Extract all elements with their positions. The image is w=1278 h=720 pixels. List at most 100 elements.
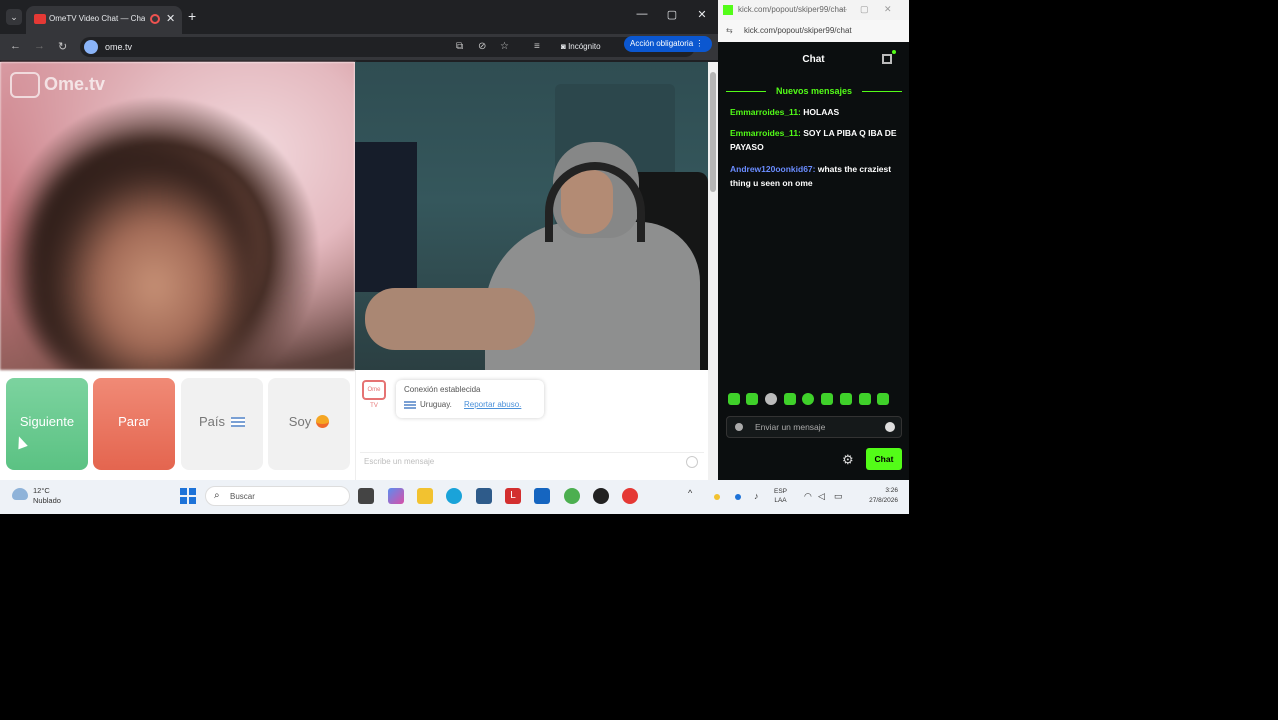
country-button[interactable]: País — [181, 378, 263, 470]
send-chat-button[interactable]: Chat — [866, 448, 902, 470]
clock-time: 3:26 — [885, 487, 898, 494]
microphone-icon[interactable]: ♪ — [754, 491, 759, 501]
page-scrollbar[interactable] — [708, 62, 718, 480]
chat-username[interactable]: Emmarroides_11 — [730, 128, 798, 138]
tab-close-button[interactable]: ✕ — [166, 12, 175, 25]
lang-top: ESP — [774, 488, 788, 495]
emote-icon[interactable] — [821, 393, 833, 405]
kick-url: kick.com/popout/skiper99/chat — [744, 26, 852, 35]
ometv-chat-panel: Ome TV Conexión establecida Uruguay. Rep… — [355, 370, 708, 480]
action-required-button[interactable]: Acción obligatoria ⋮ — [624, 36, 712, 52]
taskbar-search[interactable]: ⌕ Buscar — [205, 486, 350, 506]
weather-temperature[interactable]: 12°C — [33, 486, 50, 495]
forward-button[interactable]: → — [34, 40, 45, 52]
kick-window-title: kick.com/popout/skiper99/chat — [738, 5, 846, 14]
edge-icon[interactable] — [446, 488, 462, 504]
chrome-incognito-icon[interactable] — [593, 488, 609, 504]
eye-off-icon[interactable]: ⊘ — [478, 41, 486, 52]
tab-search-icon[interactable]: ≡ — [534, 41, 540, 52]
partner-country: Uruguay. — [420, 400, 452, 409]
new-tab-button[interactable]: + — [188, 9, 196, 23]
emote-icon[interactable] — [784, 393, 796, 405]
person-arms — [365, 288, 535, 350]
star-icon[interactable]: ☆ — [500, 41, 509, 52]
incognito-indicator[interactable]: ◙ Incógnito — [555, 39, 607, 55]
gender-label: Soy — [288, 414, 312, 429]
kick-chat-header: Chat — [718, 42, 909, 78]
search-icon: ⌕ — [214, 490, 220, 501]
translate-icon[interactable]: ⧉ — [456, 41, 463, 52]
emote-icon[interactable] — [859, 393, 871, 405]
chrome-icon[interactable] — [564, 488, 580, 504]
kick-message-input[interactable]: Enviar un mensaje — [726, 416, 902, 438]
kick-close-button[interactable]: ✕ — [884, 4, 892, 15]
emote-bar — [728, 393, 898, 407]
minimize-button[interactable]: — — [632, 8, 652, 20]
tab-title: OmeTV Video Chat — Cha… — [49, 14, 145, 23]
report-abuse-link[interactable]: Reportar abuso. — [464, 400, 521, 409]
address-bar[interactable]: ome.tv ⧉ ⊘ ☆ ≡ ◙ Incógnito — [80, 37, 695, 57]
volume-icon[interactable]: ◁ — [818, 491, 825, 502]
emoji-picker-icon[interactable] — [885, 422, 895, 432]
country-label: País — [198, 414, 225, 429]
close-window-button[interactable]: ✕ — [692, 8, 712, 21]
chat-username[interactable]: Andrew120oonkid67 — [730, 164, 813, 174]
emote-icon[interactable] — [840, 393, 852, 405]
self-video — [355, 62, 708, 370]
uruguay-flag-icon — [231, 417, 245, 427]
tray-app-icon[interactable] — [735, 494, 741, 500]
gender-button[interactable]: Soy — [268, 378, 350, 470]
tab-list-button[interactable]: ⌄ — [6, 9, 22, 25]
scrollbar-thumb[interactable] — [710, 72, 716, 192]
copilot-icon[interactable] — [388, 488, 404, 504]
search-label: Buscar — [230, 492, 255, 501]
weather-description[interactable]: Nublado — [33, 496, 61, 505]
back-button[interactable]: ← — [10, 40, 21, 52]
tray-app-icon[interactable] — [714, 494, 720, 500]
emote-icon[interactable] — [877, 393, 889, 405]
tray-overflow-icon[interactable]: ^ — [688, 488, 692, 498]
reload-button[interactable]: ↻ — [58, 40, 67, 53]
ometv-chat-logo-icon: Ome TV — [362, 380, 386, 409]
message-input[interactable]: Escribe un mensaje — [360, 452, 704, 472]
chat-message: Andrew120oonkid67: whats the craziest th… — [730, 162, 902, 190]
kick-maximize-button[interactable]: ▢ — [860, 4, 869, 15]
maximize-button[interactable]: ▢ — [662, 8, 682, 21]
task-view-icon[interactable] — [358, 488, 374, 504]
emote-icon[interactable] — [728, 393, 740, 405]
store-icon[interactable] — [476, 488, 492, 504]
site-settings-icon[interactable]: ⇆ — [726, 26, 733, 35]
site-info-icon[interactable] — [84, 40, 98, 54]
emote-icon[interactable] — [802, 393, 814, 405]
chat-message: Emmarroides_11: HOLAAS — [730, 105, 902, 119]
language-indicator[interactable]: ESP LAA — [774, 487, 787, 505]
windows-start-icon[interactable] — [180, 488, 196, 504]
taskbar: 12°C Nublado ⌕ Buscar L ^ ♪ ESP LAA ◠ ◁ ▭… — [0, 480, 909, 514]
kick-chat-window: kick.com/popout/skiper99/chat — ▢ ✕ ⇆ ki… — [718, 0, 909, 480]
cloud-icon[interactable] — [12, 488, 28, 500]
chat-username[interactable]: Emmarroides_11 — [730, 107, 798, 117]
emote-icon[interactable] — [746, 393, 758, 405]
browser-window: ⌄ OmeTV Video Chat — Cha… ✕ + — ▢ ✕ ← → … — [0, 0, 718, 480]
app-l-icon[interactable]: L — [505, 488, 521, 504]
badge-icon — [735, 423, 743, 431]
file-explorer-icon[interactable] — [417, 488, 433, 504]
battery-icon[interactable]: ▭ — [834, 491, 843, 502]
wifi-icon[interactable]: ◠ — [804, 491, 812, 502]
emoji-icon[interactable] — [686, 456, 698, 468]
outlook-icon[interactable] — [534, 488, 550, 504]
stop-button[interactable]: Parar — [93, 378, 175, 470]
next-button[interactable]: Siguiente — [6, 378, 88, 470]
stranger-video — [0, 62, 355, 370]
gear-icon[interactable]: ⚙ — [842, 452, 854, 468]
chrome-profile-icon[interactable] — [622, 488, 638, 504]
emote-icon[interactable] — [765, 393, 777, 405]
tab-strip: ⌄ OmeTV Video Chat — Cha… ✕ + — ▢ ✕ — [0, 0, 718, 34]
kick-minimize-button[interactable]: — — [838, 4, 847, 14]
clock[interactable]: 3:26 27/8/2026 — [858, 486, 898, 506]
clock-date: 27/8/2026 — [869, 497, 898, 504]
chat-message: Emmarroides_11: SOY LA PIBA Q IBA DE PAY… — [730, 126, 902, 154]
gift-icon[interactable] — [882, 54, 892, 64]
kick-url-bar[interactable]: ⇆ kick.com/popout/skiper99/chat — [718, 20, 909, 42]
tab-ometv[interactable]: OmeTV Video Chat — Cha… ✕ — [26, 6, 182, 34]
